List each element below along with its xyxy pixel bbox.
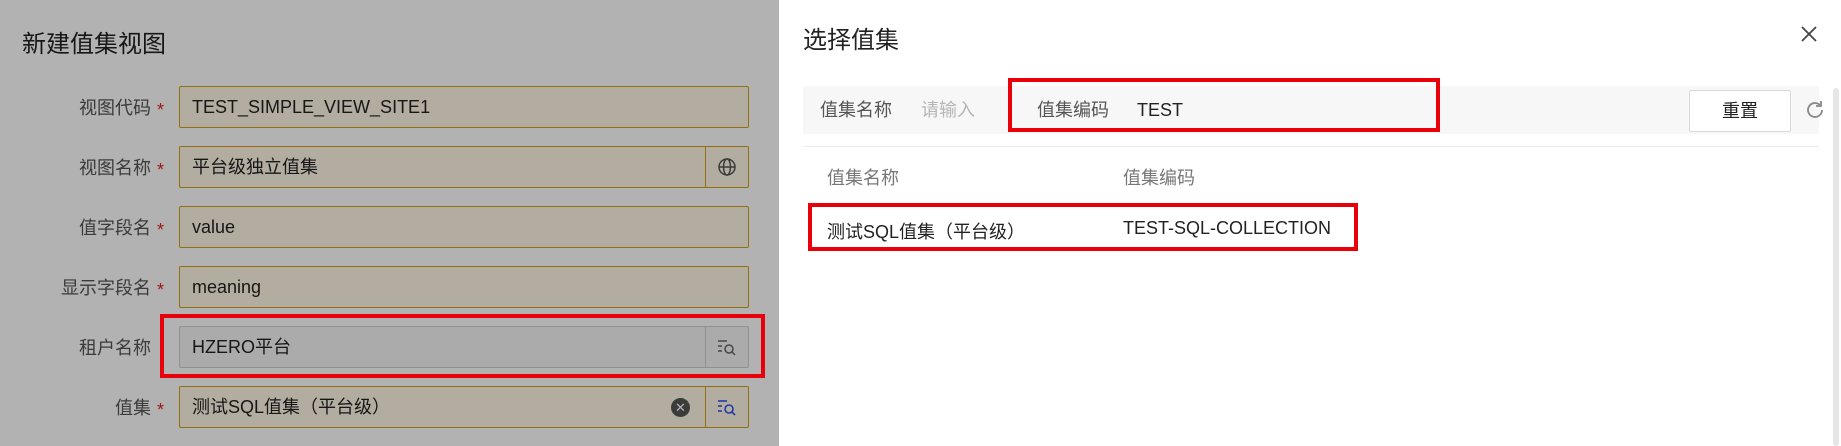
required-mark: * xyxy=(157,400,165,420)
refresh-icon[interactable] xyxy=(1803,98,1827,122)
display-field-value: meaning xyxy=(192,277,262,297)
view-code-input[interactable]: TEST_SIMPLE_VIEW_SITE1 xyxy=(179,86,749,128)
value-set-input[interactable]: 测试SQL值集（平台级） ✕ xyxy=(179,386,749,428)
clear-icon[interactable]: ✕ xyxy=(671,398,690,417)
globe-icon[interactable] xyxy=(705,147,748,187)
value-field-label: 值字段名 xyxy=(79,218,151,238)
required-mark: * xyxy=(157,280,165,300)
view-name-input[interactable]: 平台级独立值集 xyxy=(179,146,749,188)
display-field-row: 显示字段名 * meaning xyxy=(0,266,779,310)
view-name-row: 视图名称 * 平台级独立值集 xyxy=(0,146,779,190)
value-set-view-form: 新建值集视图 视图代码 * TEST_SIMPLE_VIEW_SITE1 视图名… xyxy=(0,0,779,446)
value-field-input[interactable]: value xyxy=(179,206,749,248)
scrollbar[interactable] xyxy=(1833,88,1839,446)
name-query-input[interactable]: 请输入 xyxy=(921,86,975,134)
view-name-value: 平台级独立值集 xyxy=(192,157,318,177)
close-icon[interactable] xyxy=(1797,22,1821,46)
tenant-row: 租户名称 HZERO平台 xyxy=(0,326,779,370)
value-set-label: 值集 xyxy=(115,398,151,418)
view-code-value: TEST_SIMPLE_VIEW_SITE1 xyxy=(192,97,431,117)
row-code-cell: TEST-SQL-COLLECTION xyxy=(1123,218,1332,238)
column-header-code: 值集编码 xyxy=(1123,168,1195,188)
code-query-label: 值集编码 xyxy=(1037,100,1109,120)
name-query-label: 值集名称 xyxy=(820,100,892,120)
lov-search-icon[interactable] xyxy=(705,327,748,367)
value-set-row: 值集 * 测试SQL值集（平台级） ✕ xyxy=(0,386,779,430)
code-query-input[interactable]: TEST xyxy=(1137,86,1183,134)
divider xyxy=(803,146,1819,147)
form-title: 新建值集视图 xyxy=(22,31,166,58)
tenant-input[interactable]: HZERO平台 xyxy=(179,326,749,368)
column-header-name: 值集名称 xyxy=(827,168,899,188)
modal-title: 选择值集 xyxy=(803,27,899,54)
required-mark: * xyxy=(157,160,165,180)
required-mark: * xyxy=(157,100,165,120)
required-mark: * xyxy=(157,220,165,240)
view-code-row: 视图代码 * TEST_SIMPLE_VIEW_SITE1 xyxy=(0,86,779,130)
value-field-value: value xyxy=(192,217,236,237)
view-code-label: 视图代码 xyxy=(79,98,151,118)
lov-search-icon[interactable] xyxy=(705,387,748,427)
value-field-row: 值字段名 * value xyxy=(0,206,779,250)
tenant-label: 租户名称 xyxy=(79,338,151,358)
select-value-set-modal: 选择值集 值集名称 请输入 值集编码 TEST 重置 值集名称 值集编码 测试S… xyxy=(779,0,1841,446)
view-name-label: 视图名称 xyxy=(79,158,151,178)
reset-button[interactable]: 重置 xyxy=(1689,90,1791,132)
value-set-value: 测试SQL值集（平台级） xyxy=(192,397,391,417)
tenant-value: HZERO平台 xyxy=(192,337,291,357)
query-bar: 值集名称 请输入 值集编码 TEST 重置 xyxy=(803,86,1823,134)
row-name-cell: 测试SQL值集（平台级） xyxy=(827,222,1026,242)
display-field-input[interactable]: meaning xyxy=(179,266,749,308)
display-field-label: 显示字段名 xyxy=(61,278,151,298)
